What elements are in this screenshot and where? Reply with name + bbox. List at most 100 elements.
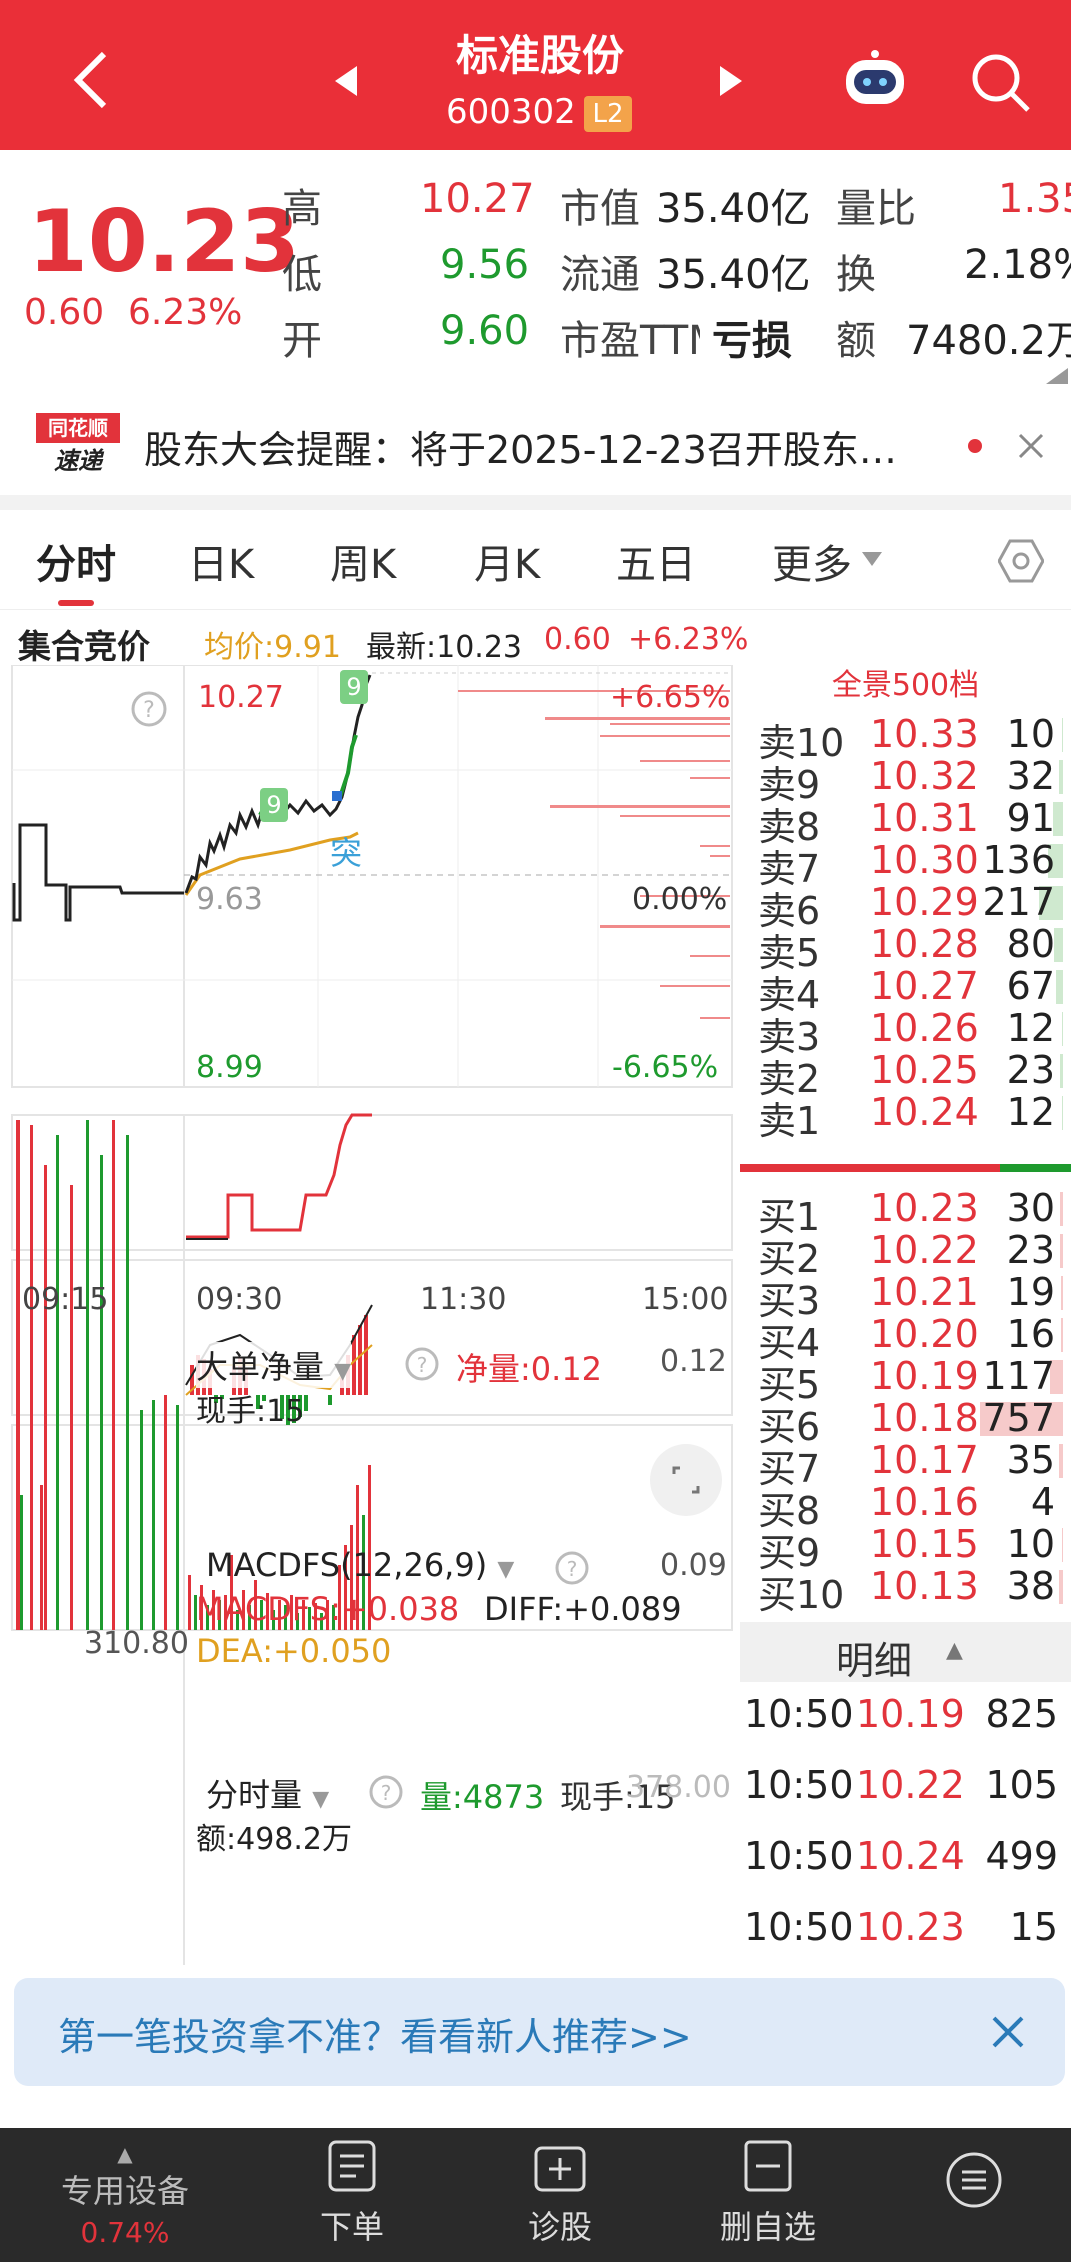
tick-quantity: 15 — [1009, 1905, 1058, 1949]
tab-weekly[interactable]: 周K — [330, 532, 396, 590]
ask-row[interactable]: 卖7 10.30 136 — [758, 838, 1063, 891]
close-icon[interactable] — [990, 2014, 1026, 2050]
bid-row[interactable]: 买2 10.22 23 — [758, 1228, 1063, 1281]
news-notice[interactable]: 同花顺 速递 股东大会提醒：将于2025-12-23召开股东… — [0, 395, 1071, 495]
ask-price: 10.28 — [870, 922, 979, 966]
high-label: 高 — [282, 186, 322, 232]
chart-top-price: 10.27 — [198, 680, 284, 715]
auction-volume-scale: 310.80 — [84, 1626, 189, 1661]
help-icon[interactable]: ? — [130, 690, 168, 728]
breakout-tag[interactable]: 突 — [330, 828, 362, 874]
ask-row[interactable]: 卖3 10.26 12 — [758, 1006, 1063, 1059]
signal-tag[interactable]: 9 — [340, 670, 368, 704]
time-label: 11:30 — [420, 1282, 507, 1317]
bid-row[interactable]: 买6 10.18 757 — [758, 1396, 1063, 1449]
sector-indicator[interactable]: ▲ 专用设备 0.74% — [40, 2142, 210, 2249]
amount-label: 额 — [836, 318, 876, 364]
bid-row[interactable]: 买3 10.21 19 — [758, 1270, 1063, 1323]
panel-selector-large-order[interactable]: 大单净量 ▼ — [196, 1342, 352, 1388]
dea-value: DEA:+0.050 — [196, 1632, 392, 1670]
ask-quantity: 217 — [982, 880, 1055, 924]
bid-row[interactable]: 买7 10.17 35 — [758, 1438, 1063, 1491]
back-arrow-icon[interactable] — [70, 50, 110, 110]
bid-volume-bar — [1062, 1528, 1063, 1562]
turnover-value: 2.18% — [964, 242, 1071, 288]
volume-ratio-value: 1.35 — [998, 176, 1071, 222]
menu-icon[interactable] — [944, 2150, 1004, 2210]
promo-banner[interactable]: 第一笔投资拿不准？看看新人推荐>> — [14, 1978, 1065, 2086]
ask-row[interactable]: 卖2 10.25 23 — [758, 1048, 1063, 1101]
time-label: 09:15 — [22, 1282, 109, 1317]
latest-change-pct: +6.23% — [628, 622, 749, 657]
order-book-title[interactable]: 全景500档 — [740, 660, 1071, 704]
settings-hex-icon[interactable] — [998, 538, 1044, 584]
bid-row[interactable]: 买1 10.23 30 — [758, 1186, 1063, 1239]
ask-price: 10.31 — [870, 796, 979, 840]
tick-time: 10:50 — [744, 1905, 854, 1949]
ask-row[interactable]: 卖6 10.29 217 — [758, 880, 1063, 933]
ask-volume-bar — [1060, 1054, 1063, 1088]
open-label: 开 — [282, 318, 322, 364]
ask-row[interactable]: 卖9 10.32 32 — [758, 754, 1063, 807]
tab-monthly[interactable]: 月K — [474, 532, 540, 590]
ask-row[interactable]: 卖8 10.31 91 — [758, 796, 1063, 849]
diagnose-button[interactable]: 诊股 — [480, 2138, 640, 2248]
tick-price: 10.22 — [856, 1763, 965, 1807]
sort-up-icon: ▲ — [946, 1638, 963, 1663]
tick-price: 10.19 — [856, 1692, 965, 1736]
panel-selector-macd[interactable]: MACDFS(12,26,9) ▼ — [206, 1546, 514, 1584]
expand-chevron-icon[interactable] — [1042, 368, 1068, 384]
high-value: 10.27 — [420, 176, 535, 222]
bid-quantity: 4 — [1030, 1480, 1055, 1524]
tab-daily[interactable]: 日K — [188, 532, 254, 590]
trade-tick-row: 10:50 10.24 499 — [744, 1834, 1062, 1878]
svg-text:?: ? — [567, 1557, 578, 1581]
notice-text[interactable]: 股东大会提醒：将于2025-12-23召开股东… — [144, 419, 897, 474]
ask-row[interactable]: 卖5 10.28 80 — [758, 922, 1063, 975]
help-icon[interactable]: ? — [404, 1346, 440, 1382]
bid-price: 10.13 — [870, 1564, 979, 1608]
search-icon[interactable] — [970, 52, 1032, 114]
close-icon[interactable] — [1016, 431, 1046, 461]
remove-watchlist-button[interactable]: 删自选 — [688, 2138, 848, 2248]
level2-badge: L2 — [584, 96, 632, 132]
svg-text:?: ? — [143, 698, 155, 723]
order-book: 全景500档 卖10 10.33 10 卖9 10.32 32 卖8 10.31 91 卖7 10.… — [740, 660, 1071, 1960]
robot-assistant-icon[interactable] — [840, 48, 910, 112]
promo-text[interactable]: 第一笔投资拿不准？看看新人推荐>> — [58, 2006, 692, 2061]
volume-value: 量:4873 — [420, 1778, 545, 1816]
current-hand: 现手:15 — [196, 1394, 305, 1429]
tab-five-day[interactable]: 五日 — [616, 532, 696, 590]
help-icon[interactable]: ? — [368, 1774, 404, 1810]
ask-row[interactable]: 卖1 10.24 12 — [758, 1090, 1063, 1143]
bid-price: 10.18 — [870, 1396, 979, 1440]
intraday-chart-area: 集合竞价 均价:9.91 最新:10.23 0.60 +6.23% ? 10.2… — [0, 610, 748, 1965]
bid-price: 10.16 — [870, 1480, 979, 1524]
ask-price: 10.26 — [870, 1006, 979, 1050]
next-stock-icon[interactable] — [718, 64, 744, 98]
bid-row[interactable]: 买8 10.16 4 — [758, 1480, 1063, 1533]
bid-ask-ratio-bar-green — [1000, 1164, 1071, 1172]
bid-row[interactable]: 买4 10.20 16 — [758, 1312, 1063, 1365]
detail-header[interactable]: 明细 ▲ — [740, 1622, 1071, 1683]
sector-change: 0.74% — [80, 2216, 170, 2249]
bid-row[interactable]: 买5 10.19 117 — [758, 1354, 1063, 1407]
chart-bottom-pct: -6.65% — [612, 1050, 719, 1085]
fullscreen-icon[interactable] — [648, 1442, 724, 1518]
prev-stock-icon[interactable] — [333, 64, 359, 98]
ask-row[interactable]: 卖10 10.33 10 — [758, 712, 1063, 765]
tab-more[interactable]: 更多 — [772, 532, 852, 590]
bid-row[interactable]: 买9 10.15 10 — [758, 1522, 1063, 1575]
turnover-label: 换 — [836, 252, 876, 298]
volume-amount: 额:498.2万 — [196, 1822, 352, 1857]
ask-row[interactable]: 卖4 10.27 67 — [758, 964, 1063, 1017]
order-button[interactable]: 下单 — [272, 2138, 432, 2248]
help-icon[interactable]: ? — [554, 1550, 590, 1586]
tab-intraday[interactable]: 分时 — [36, 532, 116, 590]
signal-tag[interactable]: 9 — [260, 788, 288, 822]
volume-ratio-label: 量比 — [836, 186, 916, 232]
amount-value: 7480.2万 — [906, 318, 1071, 364]
panel-selector-volume[interactable]: 分时量 ▼ — [206, 1770, 329, 1816]
bid-row[interactable]: 买10 10.13 38 — [758, 1564, 1063, 1617]
divider — [0, 495, 1071, 510]
